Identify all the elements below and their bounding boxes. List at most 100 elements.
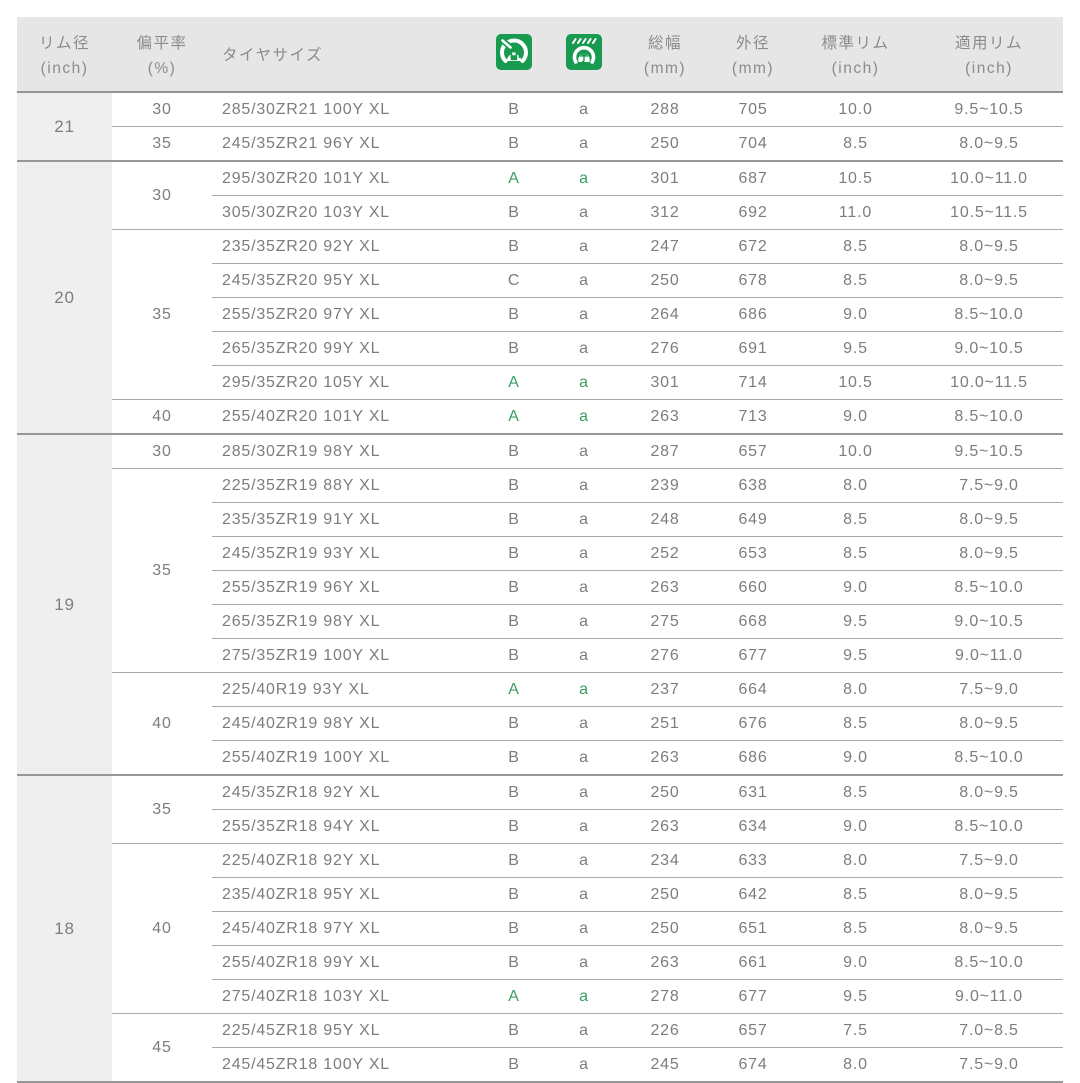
- tire-size-cell: 275/35ZR19 100Y XL: [212, 638, 480, 673]
- standard-rim-cell: 9.5: [796, 979, 915, 1014]
- tire-table-body: 21 30 285/30ZR21 100Y XL Ba 288 705 10.0 9.5~10…: [17, 91, 1063, 1082]
- header-unit: (inch): [965, 59, 1013, 77]
- fuel-grade-cell: B: [480, 536, 548, 571]
- tire-size-cell: 255/40ZR19 100Y XL: [212, 740, 480, 775]
- table-row: 35 245/35ZR21 96Y XL Ba 250 704 8.5 8.0~9.5: [17, 126, 1063, 161]
- applicable-rim-cell: 10.0~11.5: [915, 365, 1063, 400]
- wet-grade-cell: a: [548, 126, 620, 161]
- standard-rim-cell: 10.5: [796, 365, 915, 400]
- standard-rim-cell: 9.0: [796, 399, 915, 434]
- wet-grade-cell: a: [548, 638, 620, 673]
- fuel-efficiency-label-icon: [496, 33, 532, 70]
- fuel-grade-cell: B: [480, 91, 548, 127]
- outer-diameter-cell: 687: [710, 160, 796, 196]
- wet-grade-cell: a: [548, 877, 620, 912]
- fuel-grade-cell: B: [480, 195, 548, 230]
- overall-width-cell: 275: [620, 604, 710, 639]
- tire-size-cell: 245/35ZR20 95Y XL: [212, 263, 480, 298]
- standard-rim-cell: 8.5: [796, 877, 915, 912]
- standard-rim-cell: 8.5: [796, 774, 915, 810]
- overall-width-cell: 234: [620, 843, 710, 878]
- header-unit: (%): [147, 59, 177, 77]
- overall-width-cell: 278: [620, 979, 710, 1014]
- overall-width-cell: 248: [620, 502, 710, 537]
- table-row: 35 225/35ZR19 88Y XL Ba 239 638 8.0 7.5~9.0: [17, 468, 1063, 673]
- standard-rim-cell: 9.0: [796, 297, 915, 332]
- standard-rim-cell: 8.5: [796, 706, 915, 741]
- overall-width-cell: 250: [620, 126, 710, 161]
- outer-diameter-cell: 672: [710, 229, 796, 264]
- table-row: 21 30 285/30ZR21 100Y XL Ba 288 705 10.0 9.5~10…: [17, 91, 1063, 161]
- outer-diameter-cell: 631: [710, 774, 796, 810]
- standard-rim-cell: 8.5: [796, 536, 915, 571]
- fuel-grade-cell: B: [480, 740, 548, 775]
- fuel-grade-cell: B: [480, 706, 548, 741]
- applicable-rim-cell: 8.0~9.5: [915, 877, 1063, 912]
- wet-grade-cell: a: [548, 229, 620, 264]
- outer-diameter-cell: 692: [710, 195, 796, 230]
- standard-rim-cell: 8.5: [796, 126, 915, 161]
- aspect-ratio-cell: 45: [112, 1013, 212, 1082]
- tire-size-cell: 255/40ZR18 99Y XL: [212, 945, 480, 980]
- overall-width-cell: 250: [620, 877, 710, 912]
- wet-grade-cell: a: [548, 195, 620, 230]
- aspect-ratio-cell: 30: [112, 91, 212, 127]
- applicable-rim-cell: 8.0~9.5: [915, 229, 1063, 264]
- overall-width-cell: 252: [620, 536, 710, 571]
- standard-rim-cell: 8.0: [796, 672, 915, 707]
- header-aspect-ratio: 偏平率 (%): [112, 17, 212, 93]
- wet-grade-cell: a: [548, 160, 620, 196]
- tire-size-cell: 235/35ZR19 91Y XL: [212, 502, 480, 537]
- wet-grade-cell: a: [548, 399, 620, 434]
- outer-diameter-cell: 657: [710, 433, 796, 469]
- overall-width-cell: 263: [620, 570, 710, 605]
- outer-diameter-cell: 633: [710, 843, 796, 878]
- wet-grade-cell: a: [548, 1013, 620, 1048]
- aspect-ratio-cell: 30: [112, 160, 212, 230]
- overall-width-cell: 276: [620, 638, 710, 673]
- overall-width-cell: 288: [620, 91, 710, 127]
- outer-diameter-cell: 686: [710, 297, 796, 332]
- header-tire-size: タイヤサイズ: [212, 17, 480, 93]
- applicable-rim-cell: 8.0~9.5: [915, 263, 1063, 298]
- standard-rim-cell: 8.5: [796, 911, 915, 946]
- applicable-rim-cell: 8.0~9.5: [915, 536, 1063, 571]
- outer-diameter-cell: 677: [710, 979, 796, 1014]
- aspect-ratio-cell: 35: [112, 468, 212, 673]
- standard-rim-cell: 8.0: [796, 1047, 915, 1082]
- standard-rim-cell: 8.5: [796, 263, 915, 298]
- applicable-rim-cell: 7.5~9.0: [915, 1047, 1063, 1082]
- standard-rim-cell: 8.5: [796, 229, 915, 264]
- wet-grade-cell: a: [548, 91, 620, 127]
- wet-grade-cell: a: [548, 809, 620, 844]
- fuel-grade-cell: B: [480, 809, 548, 844]
- table-row: 19 30 285/30ZR19 98Y XL Ba 287 657 10.0 9.5~10.…: [17, 433, 1063, 775]
- tire-size-cell: 275/40ZR18 103Y XL: [212, 979, 480, 1014]
- wet-grade-cell: a: [548, 536, 620, 571]
- tire-size-cell: 265/35ZR19 98Y XL: [212, 604, 480, 639]
- wet-grade-cell: a: [548, 1047, 620, 1082]
- applicable-rim-cell: 8.5~10.0: [915, 399, 1063, 434]
- applicable-rim-cell: 7.5~9.0: [915, 843, 1063, 878]
- aspect-ratio-cell: 35: [112, 229, 212, 400]
- outer-diameter-cell: 714: [710, 365, 796, 400]
- overall-width-cell: 263: [620, 740, 710, 775]
- tire-size-cell: 225/45ZR18 95Y XL: [212, 1013, 480, 1048]
- header-standard-rim: 標準リム (inch): [796, 17, 915, 93]
- applicable-rim-cell: 9.0~10.5: [915, 604, 1063, 639]
- overall-width-cell: 251: [620, 706, 710, 741]
- wet-grade-cell: a: [548, 706, 620, 741]
- tire-size-cell: 235/40ZR18 95Y XL: [212, 877, 480, 912]
- overall-width-cell: 301: [620, 160, 710, 196]
- standard-rim-cell: 9.0: [796, 570, 915, 605]
- standard-rim-cell: 9.5: [796, 331, 915, 366]
- applicable-rim-cell: 7.0~8.5: [915, 1013, 1063, 1048]
- table-row: 35 235/35ZR20 92Y XL Ba 247 672 8.5 8.0~9.5: [17, 229, 1063, 400]
- overall-width-cell: 239: [620, 468, 710, 503]
- header-wet-grip: [548, 17, 620, 93]
- tire-size-cell: 295/30ZR20 101Y XL: [212, 160, 480, 196]
- applicable-rim-cell: 9.5~10.5: [915, 433, 1063, 469]
- header-unit: (inch): [40, 59, 89, 77]
- overall-width-cell: 263: [620, 945, 710, 980]
- tire-size-cell: 245/35ZR19 93Y XL: [212, 536, 480, 571]
